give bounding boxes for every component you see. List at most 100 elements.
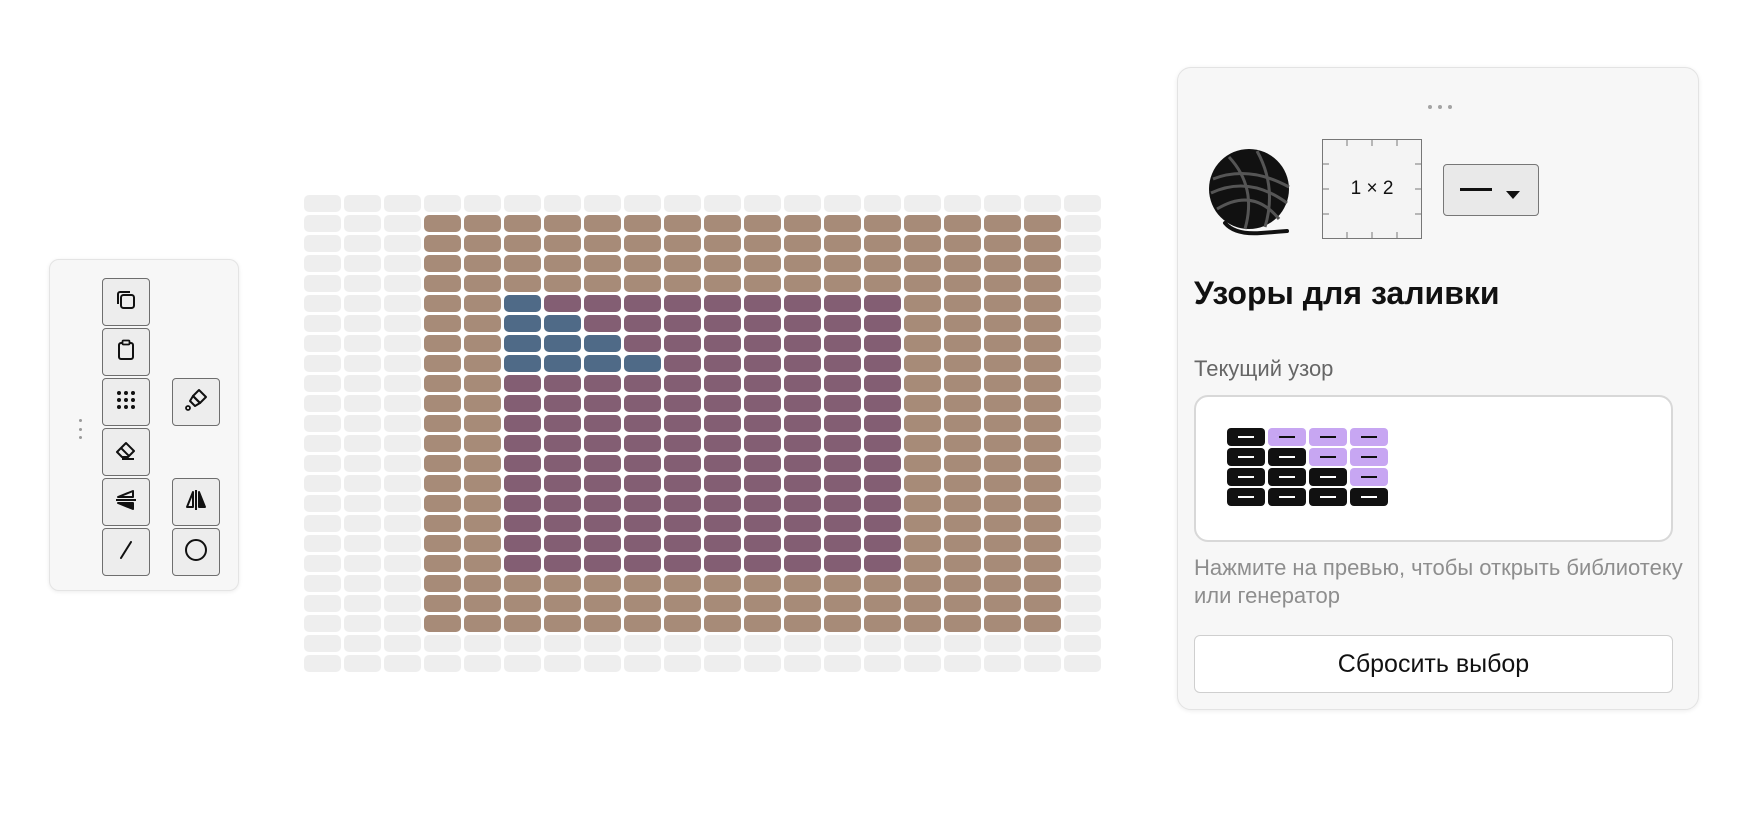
grid-cell[interactable]: [864, 455, 901, 472]
grid-cell[interactable]: [904, 455, 941, 472]
grid-cell[interactable]: [864, 515, 901, 532]
grid-cell[interactable]: [1024, 615, 1061, 632]
grid-cell[interactable]: [944, 255, 981, 272]
grid-cell[interactable]: [864, 595, 901, 612]
grid-cell[interactable]: [544, 295, 581, 312]
grid-cell[interactable]: [624, 615, 661, 632]
grid-cell[interactable]: [304, 655, 341, 672]
grid-cell[interactable]: [904, 315, 941, 332]
grid-cell[interactable]: [864, 475, 901, 492]
grid-cell[interactable]: [904, 375, 941, 392]
grid-cell[interactable]: [664, 435, 701, 452]
grid-cell[interactable]: [544, 415, 581, 432]
grid-cell[interactable]: [344, 195, 381, 212]
grid-cell[interactable]: [304, 535, 341, 552]
mirror-horizontal-button[interactable]: [102, 478, 150, 526]
grid-cell[interactable]: [904, 335, 941, 352]
grid-cell[interactable]: [1064, 655, 1101, 672]
grid-cell[interactable]: [384, 635, 421, 652]
grid-cell[interactable]: [624, 335, 661, 352]
grid-cell[interactable]: [904, 535, 941, 552]
grid-cell[interactable]: [864, 275, 901, 292]
grid-cell[interactable]: [624, 575, 661, 592]
grid-cell[interactable]: [704, 395, 741, 412]
grid-cell[interactable]: [784, 355, 821, 372]
grid-cell[interactable]: [424, 355, 461, 372]
grid-cell[interactable]: [664, 355, 701, 372]
grid-cell[interactable]: [344, 515, 381, 532]
grid-cell[interactable]: [1024, 635, 1061, 652]
grid-cell[interactable]: [304, 635, 341, 652]
grid-cell[interactable]: [584, 575, 621, 592]
grid-cell[interactable]: [1064, 555, 1101, 572]
grid-cell[interactable]: [424, 375, 461, 392]
grid-cell[interactable]: [904, 435, 941, 452]
grid-cell[interactable]: [304, 335, 341, 352]
drag-handle[interactable]: [78, 419, 82, 439]
grid-cell[interactable]: [904, 635, 941, 652]
grid-cell[interactable]: [344, 475, 381, 492]
grid-cell[interactable]: [864, 335, 901, 352]
grid-cell[interactable]: [864, 415, 901, 432]
grid-cell[interactable]: [1064, 415, 1101, 432]
grid-cell[interactable]: [1064, 495, 1101, 512]
grid-cell[interactable]: [904, 215, 941, 232]
grid-cell[interactable]: [424, 415, 461, 432]
grid-cell[interactable]: [344, 255, 381, 272]
grid-cell[interactable]: [384, 335, 421, 352]
grid-cell[interactable]: [984, 555, 1021, 572]
grid-cell[interactable]: [464, 555, 501, 572]
grid-cell[interactable]: [304, 355, 341, 372]
grid-cell[interactable]: [944, 495, 981, 512]
grid-cell[interactable]: [864, 195, 901, 212]
grid-cell[interactable]: [464, 295, 501, 312]
grid-cell[interactable]: [664, 495, 701, 512]
grid-cell[interactable]: [384, 495, 421, 512]
grid-cell[interactable]: [384, 595, 421, 612]
grid-cell[interactable]: [904, 595, 941, 612]
grid-cell[interactable]: [1064, 475, 1101, 492]
grid-cell[interactable]: [544, 275, 581, 292]
grid-cell[interactable]: [304, 235, 341, 252]
grid-cell[interactable]: [744, 655, 781, 672]
grid-cell[interactable]: [824, 615, 861, 632]
grid-cell[interactable]: [384, 315, 421, 332]
grid-cell[interactable]: [864, 295, 901, 312]
grid-cell[interactable]: [1064, 255, 1101, 272]
grid-cell[interactable]: [824, 515, 861, 532]
grid-cell[interactable]: [424, 455, 461, 472]
grid-cell[interactable]: [744, 595, 781, 612]
reset-selection-button[interactable]: Сбросить выбор: [1194, 635, 1673, 693]
grid-cell[interactable]: [584, 255, 621, 272]
grid-cell[interactable]: [824, 255, 861, 272]
grid-cell[interactable]: [984, 595, 1021, 612]
grid-cell[interactable]: [704, 635, 741, 652]
grid-cell[interactable]: [1024, 515, 1061, 532]
grid-cell[interactable]: [904, 655, 941, 672]
grid-cell[interactable]: [344, 495, 381, 512]
grid-cell[interactable]: [1064, 635, 1101, 652]
grid-cell[interactable]: [824, 535, 861, 552]
grid-cell[interactable]: [704, 655, 741, 672]
grid-cell[interactable]: [584, 515, 621, 532]
grid-cell[interactable]: [464, 375, 501, 392]
grid-cell[interactable]: [704, 595, 741, 612]
grid-cell[interactable]: [384, 515, 421, 532]
grid-cell[interactable]: [624, 255, 661, 272]
grid-cell[interactable]: [504, 435, 541, 452]
grid-cell[interactable]: [944, 435, 981, 452]
grid-cell[interactable]: [744, 515, 781, 532]
grid-cell[interactable]: [984, 195, 1021, 212]
grid-cell[interactable]: [984, 235, 1021, 252]
grid-cell[interactable]: [664, 395, 701, 412]
grid-cell[interactable]: [304, 595, 341, 612]
grid-cell[interactable]: [504, 575, 541, 592]
grid-cell[interactable]: [904, 255, 941, 272]
grid-cell[interactable]: [424, 235, 461, 252]
grid-cell[interactable]: [984, 655, 1021, 672]
grid-cell[interactable]: [584, 375, 621, 392]
grid-cell[interactable]: [384, 355, 421, 372]
grid-cell[interactable]: [824, 395, 861, 412]
grid-cell[interactable]: [904, 615, 941, 632]
grid-cell[interactable]: [624, 535, 661, 552]
